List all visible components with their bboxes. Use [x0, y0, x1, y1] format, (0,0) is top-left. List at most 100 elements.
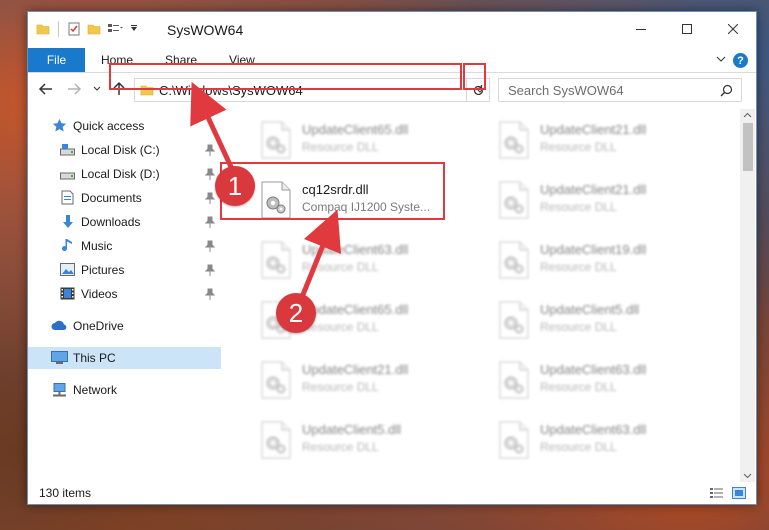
sidebar-item-label: OneDrive — [73, 319, 124, 333]
file-name: UpdateClient19.dll — [540, 242, 647, 257]
file-item[interactable]: UpdateClient5.dll Resource DLL — [248, 415, 470, 465]
forward-arrow-icon[interactable] — [66, 81, 82, 97]
file-description: Resource DLL — [302, 140, 379, 154]
dll-file-icon — [261, 241, 291, 279]
customize-toolbar-icon[interactable] — [107, 22, 123, 36]
minimize-button[interactable] — [618, 12, 664, 45]
dll-file-icon — [499, 241, 529, 279]
sidebar-item-videos[interactable]: Videos — [28, 283, 221, 305]
close-icon — [728, 23, 738, 34]
item-count: 130 items — [39, 486, 92, 500]
chevron-down-icon[interactable] — [129, 24, 139, 34]
toolbar-separator — [58, 21, 59, 37]
file-name: UpdateClient21.dll — [302, 362, 409, 377]
file-item[interactable]: UpdateClient21.dll Resource DLL — [486, 115, 708, 165]
sidebar-item-label: Videos — [81, 287, 118, 301]
recent-locations-icon[interactable] — [93, 86, 101, 92]
close-button[interactable] — [710, 12, 756, 45]
search-input[interactable]: Search SysWOW64 — [498, 78, 742, 102]
sidebar-item-quick-access[interactable]: Quick access — [28, 115, 221, 137]
drive-icon — [60, 144, 75, 156]
help-icon[interactable]: ? — [733, 53, 748, 68]
file-name: UpdateClient65.dll — [302, 122, 409, 137]
documents-icon — [61, 190, 74, 205]
pin-icon[interactable] — [205, 264, 215, 276]
dll-file-icon — [499, 121, 529, 159]
sidebar-item-local-disk-d[interactable]: Local Disk (D:) — [28, 163, 221, 185]
file-name: UpdateClient21.dll — [540, 182, 647, 197]
music-icon — [62, 239, 72, 251]
navigation-pane: Quick access Local Disk (C:) Local Disk … — [28, 109, 221, 482]
sidebar-item-label: Quick access — [73, 119, 145, 133]
file-item[interactable]: UpdateClient65.dll Resource DLL — [248, 115, 470, 165]
sidebar-item-pictures[interactable]: Pictures — [28, 259, 221, 281]
pictures-icon — [60, 263, 75, 276]
file-item[interactable]: UpdateClient19.dll Resource DLL — [486, 235, 708, 285]
file-name: UpdateClient63.dll — [540, 422, 647, 437]
chevron-down-icon[interactable] — [716, 54, 726, 64]
dll-file-icon — [261, 421, 291, 459]
dll-file-icon — [499, 301, 529, 339]
sidebar-item-label: Local Disk (C:) — [81, 143, 160, 157]
search-icon[interactable] — [720, 84, 733, 97]
pin-icon[interactable] — [205, 168, 215, 180]
pin-icon[interactable] — [205, 240, 215, 252]
file-item[interactable]: UpdateClient5.dll Resource DLL — [486, 295, 708, 345]
sidebar-item-network[interactable]: Network — [28, 379, 221, 401]
sidebar-item-downloads[interactable]: Downloads — [28, 211, 221, 233]
file-description: Resource DLL — [302, 380, 379, 394]
address-bar-highlight — [109, 63, 462, 90]
scrollbar-thumb[interactable] — [743, 123, 753, 171]
cloud-icon — [51, 320, 67, 330]
sidebar-item-local-disk-c[interactable]: Local Disk (C:) — [28, 139, 221, 161]
pin-icon[interactable] — [205, 192, 215, 204]
sidebar-item-label: This PC — [73, 351, 116, 365]
vertical-scrollbar[interactable] — [740, 109, 755, 482]
tab-file[interactable]: File — [28, 48, 85, 72]
chevron-down-icon[interactable] — [743, 473, 752, 479]
file-name: UpdateClient63.dll — [540, 362, 647, 377]
file-description: Resource DLL — [540, 200, 617, 214]
sidebar-item-label: Music — [81, 239, 113, 253]
pin-icon[interactable] — [205, 288, 215, 300]
computer-icon — [51, 351, 68, 364]
maximize-button[interactable] — [664, 12, 710, 45]
download-icon — [63, 215, 73, 228]
file-description: Resource DLL — [540, 380, 617, 394]
chevron-up-icon[interactable] — [743, 112, 752, 118]
file-description: Resource DLL — [540, 260, 617, 274]
file-name: UpdateClient5.dll — [540, 302, 640, 317]
file-item[interactable]: UpdateClient21.dll Resource DLL — [248, 355, 470, 405]
file-name: UpdateClient63.dll — [302, 242, 409, 257]
new-folder-icon[interactable] — [87, 22, 101, 36]
file-description: Resource DLL — [302, 260, 379, 274]
file-item[interactable]: UpdateClient63.dll Resource DLL — [486, 415, 708, 465]
large-icons-view-icon[interactable] — [732, 487, 746, 499]
pin-icon[interactable] — [205, 216, 215, 228]
sidebar-item-this-pc[interactable]: This PC — [28, 347, 221, 369]
star-icon — [52, 119, 67, 132]
file-description: Resource DLL — [540, 140, 617, 154]
file-item[interactable]: UpdateClient63.dll Resource DLL — [486, 355, 708, 405]
file-description: Resource DLL — [302, 440, 379, 454]
dll-file-icon — [261, 361, 291, 399]
pin-icon[interactable] — [205, 144, 215, 156]
title-bar: SysWOW64 — [28, 12, 756, 45]
sidebar-item-documents[interactable]: Documents — [28, 187, 221, 209]
quick-access-toolbar — [36, 21, 139, 37]
sidebar-item-onedrive[interactable]: OneDrive — [28, 315, 221, 337]
search-placeholder: Search SysWOW64 — [508, 82, 624, 98]
back-arrow-icon[interactable] — [38, 81, 54, 97]
file-item[interactable]: UpdateClient63.dll Resource DLL — [248, 235, 470, 285]
folder-icon — [36, 24, 50, 35]
network-icon — [53, 383, 66, 397]
properties-icon[interactable] — [67, 22, 81, 36]
details-view-icon[interactable] — [709, 487, 724, 499]
sidebar-item-label: Documents — [81, 191, 142, 205]
annotation-badge-2: 2 — [276, 293, 316, 333]
file-description: Resource DLL — [540, 440, 617, 454]
file-name: UpdateClient65.dll — [302, 302, 409, 317]
sidebar-item-music[interactable]: Music — [28, 235, 221, 257]
file-item[interactable]: UpdateClient21.dll Resource DLL — [486, 175, 708, 225]
file-description: Resource DLL — [540, 320, 617, 334]
